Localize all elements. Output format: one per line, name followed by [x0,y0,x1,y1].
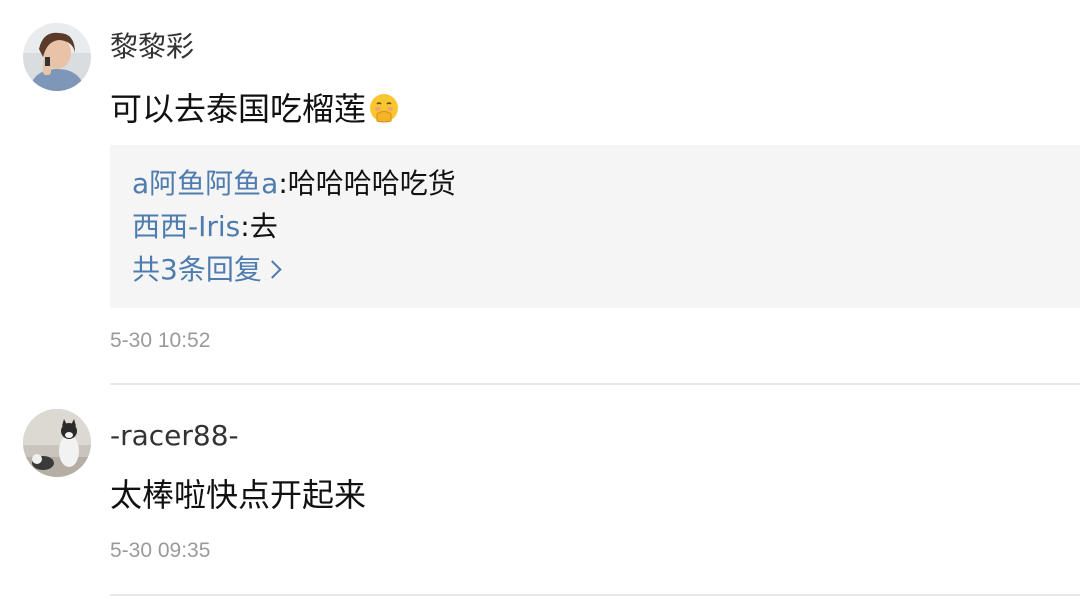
reply-text: 哈哈哈哈吃货 [287,167,456,200]
reply-item: 西西-Iris:去 [132,209,278,245]
divider [110,383,1080,385]
reply-preview-box[interactable]: a阿鱼阿鱼a:哈哈哈哈吃货 西西-Iris:去 共3条回复 [110,145,1080,308]
comment-username[interactable]: 黎黎彩 [110,29,194,65]
comment-item: -racer88- 太棒啦快点开起来 5-30 09:35 [0,386,1080,598]
reply-text: 去 [249,210,278,243]
comment-item: 黎黎彩 可以去泰国吃榴莲 a阿鱼阿鱼a:哈哈哈哈吃货 西西-Iris:去 共3条… [0,0,1080,386]
comment-text-content: 可以去泰国吃榴莲 [110,90,367,128]
comment-username[interactable]: -racer88- [110,418,239,454]
more-replies-label: 共3条回复 [132,253,262,286]
avatar[interactable] [23,23,91,91]
reply-separator: : [278,167,288,200]
chevron-right-icon [263,260,282,279]
reply-item: a阿鱼阿鱼a:哈哈哈哈吃货 [132,166,456,202]
divider [110,594,1080,596]
comment-text: 可以去泰国吃榴莲 [110,88,400,130]
avatar[interactable] [23,409,91,477]
comment-list: 黎黎彩 可以去泰国吃榴莲 a阿鱼阿鱼a:哈哈哈哈吃货 西西-Iris:去 共3条… [0,0,1080,598]
comment-text: 太棒啦快点开起来 [110,476,367,514]
user-avatar-image [23,409,91,477]
comment-timestamp: 5-30 09:35 [110,539,211,562]
reply-username[interactable]: 西西-Iris [132,210,240,243]
view-all-replies-link[interactable]: 共3条回复 [132,252,282,288]
user-avatar-image [23,23,91,91]
face-with-hand-over-mouth-emoji [370,94,399,123]
reply-username[interactable]: a阿鱼阿鱼a [132,167,278,200]
comment-timestamp: 5-30 10:52 [110,329,211,352]
reply-separator: : [240,210,250,243]
